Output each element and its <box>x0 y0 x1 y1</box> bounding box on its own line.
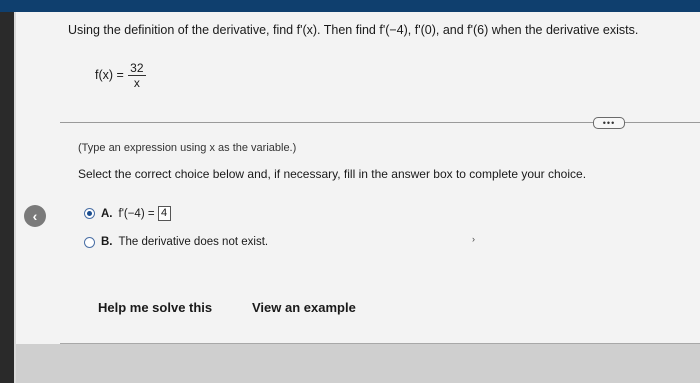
hint-text: (Type an expression using x as the varia… <box>78 142 297 154</box>
radio-selected-dot <box>87 211 92 216</box>
view-example-button[interactable]: View an example <box>252 300 356 315</box>
choice-b-radio[interactable] <box>84 236 95 248</box>
choice-a-radio[interactable] <box>84 208 95 219</box>
function-lhs: f(x) = <box>95 68 124 82</box>
left-strip <box>0 12 14 383</box>
instruction-text: Select the correct choice below and, if … <box>78 167 587 181</box>
mouse-cursor-mark: › <box>472 234 475 244</box>
chevron-left-icon: ‹ <box>32 208 38 224</box>
choice-b[interactable]: B. The derivative does not exist. <box>84 236 268 248</box>
top-bar <box>0 0 700 12</box>
bottom-strip <box>16 344 700 383</box>
choice-a-text: f'(−4) = <box>118 207 155 220</box>
back-navigation-button[interactable]: ‹ <box>24 205 46 227</box>
choice-a-letter: A. <box>101 207 113 220</box>
choice-a[interactable]: A. f'(−4) = 4 <box>84 206 171 221</box>
choice-b-letter: B. <box>101 236 113 248</box>
function-definition: f(x) = 32 x <box>95 58 146 92</box>
function-fraction: 32 x <box>127 60 146 90</box>
fraction-numerator: 32 <box>130 60 144 75</box>
choice-a-answer-box[interactable]: 4 <box>157 206 171 221</box>
bottom-divider <box>60 343 700 344</box>
question-text: Using the definition of the derivative, … <box>68 23 639 37</box>
fraction-denominator: x <box>133 75 140 90</box>
help-me-solve-button[interactable]: Help me solve this <box>98 300 212 315</box>
more-options-button[interactable]: ••• <box>593 117 625 129</box>
choice-b-text: The derivative does not exist. <box>118 236 269 248</box>
